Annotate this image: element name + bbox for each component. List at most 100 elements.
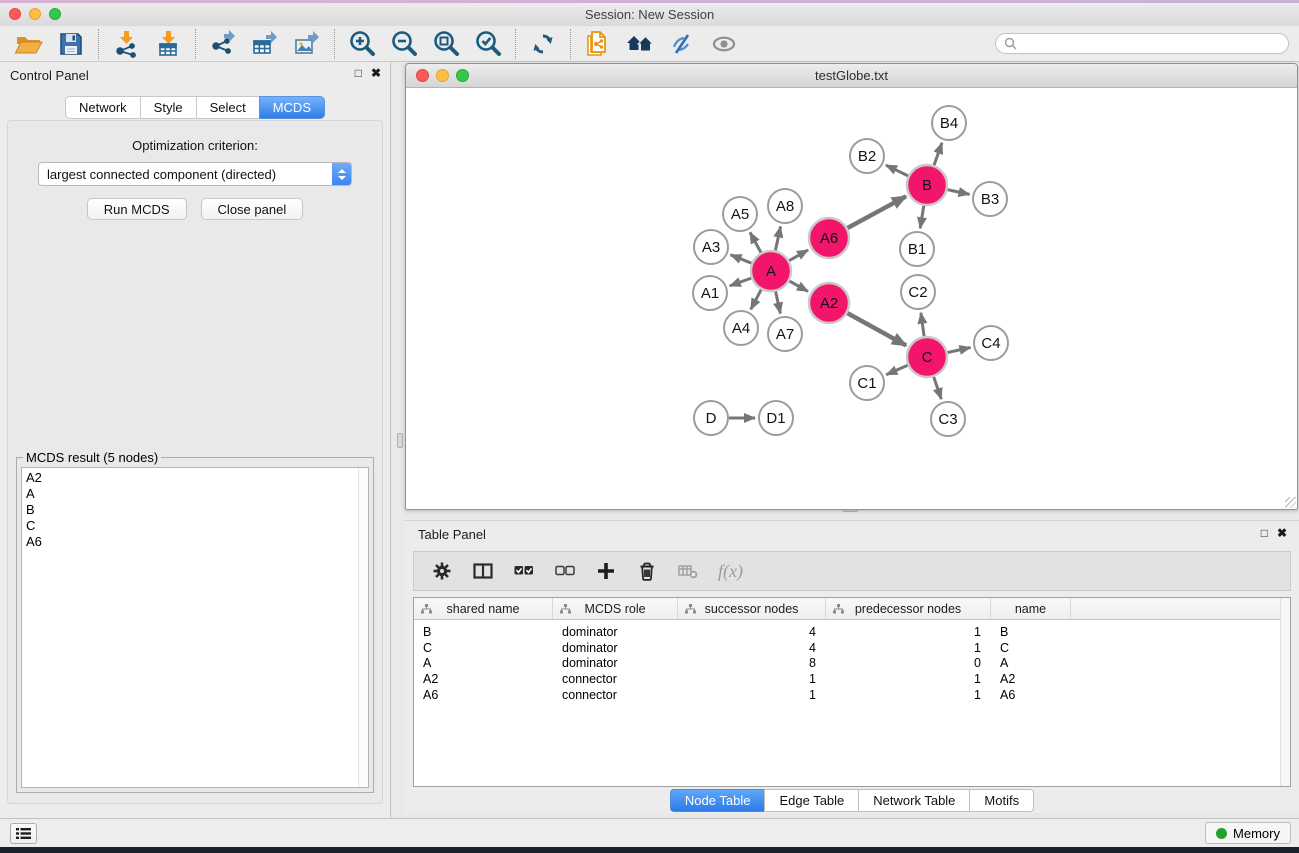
table-row[interactable]: Adominator80A — [414, 656, 1290, 672]
float-table-panel-icon[interactable]: □ — [1261, 526, 1268, 540]
zoom-in-button[interactable] — [345, 28, 379, 60]
graph-node-label: C3 — [938, 411, 957, 428]
tab-select[interactable]: Select — [196, 96, 259, 119]
mcds-result-item[interactable]: C — [22, 518, 368, 534]
zoom-window-button[interactable] — [49, 8, 61, 20]
graph-edge[interactable] — [886, 365, 907, 374]
table-row[interactable]: A2connector11A2 — [414, 671, 1290, 687]
graph-edge[interactable] — [731, 255, 752, 263]
column-header-predecessor-nodes[interactable]: name predecessor nodes — [826, 598, 991, 619]
run-mcds-button[interactable]: Run MCDS — [87, 198, 187, 220]
zoom-out-button[interactable] — [387, 28, 421, 60]
graph-edge[interactable] — [934, 377, 942, 399]
table-cell: connector — [553, 672, 678, 686]
column-header-mcds-role[interactable]: MCDS role — [553, 598, 678, 619]
minimize-network-button[interactable] — [436, 69, 449, 82]
mcds-result-item[interactable]: A2 — [22, 470, 368, 486]
graph-edge[interactable] — [948, 190, 970, 195]
tab-network-table[interactable]: Network Table — [858, 789, 969, 812]
export-image-button[interactable] — [290, 28, 324, 60]
delete-table-button[interactable] — [677, 560, 699, 582]
zoom-fit-button[interactable] — [429, 28, 463, 60]
network-graph[interactable]: AA1A2A3A4A5A6A7A8BB1B2B3B4CC1C2C3C4DD1 — [406, 88, 1297, 509]
close-network-button[interactable] — [416, 69, 429, 82]
graph-edge[interactable] — [948, 348, 971, 353]
tab-motifs[interactable]: Motifs — [969, 789, 1034, 812]
table-row[interactable]: Cdominator41C — [414, 640, 1290, 656]
add-column-button[interactable] — [595, 560, 617, 582]
memory-button[interactable]: Memory — [1205, 822, 1291, 844]
refresh-button[interactable] — [526, 28, 560, 60]
graph-node-label: B4 — [940, 115, 958, 132]
close-table-panel-icon[interactable]: ✖ — [1277, 526, 1287, 540]
table-cell: A6 — [414, 688, 553, 702]
splitter-handle-vertical[interactable] — [397, 433, 403, 448]
graph-node-label: A7 — [776, 326, 794, 343]
delete-column-button[interactable] — [636, 560, 658, 582]
import-network-button[interactable] — [109, 28, 143, 60]
network-canvas[interactable]: AA1A2A3A4A5A6A7A8BB1B2B3B4CC1C2C3C4DD1 — [406, 88, 1297, 509]
save-session-button[interactable] — [54, 28, 88, 60]
zoom-network-button[interactable] — [456, 69, 469, 82]
mcds-result-item[interactable]: A6 — [22, 534, 368, 550]
zoom-out-icon — [389, 29, 419, 59]
graph-edge[interactable] — [775, 227, 780, 251]
task-history-button[interactable] — [10, 823, 37, 844]
export-network-button[interactable] — [206, 28, 240, 60]
search-box[interactable] — [995, 33, 1289, 54]
graph-edge[interactable] — [934, 143, 942, 165]
graph-edge[interactable] — [847, 313, 906, 345]
graph-edge[interactable] — [920, 206, 924, 229]
table-body: Bdominator41BCdominator41CAdominator80AA… — [414, 620, 1290, 703]
graph-edge[interactable] — [789, 281, 808, 291]
close-panel-button[interactable]: Close panel — [201, 198, 304, 220]
tab-mcds[interactable]: MCDS — [259, 96, 325, 119]
float-panel-icon[interactable]: □ — [355, 66, 362, 80]
tab-network[interactable]: Network — [65, 96, 140, 119]
column-label: name — [1015, 602, 1046, 616]
graph-edge[interactable] — [921, 313, 924, 336]
export-table-button[interactable] — [248, 28, 282, 60]
tab-style[interactable]: Style — [140, 96, 196, 119]
list-scrollbar[interactable] — [358, 468, 368, 787]
graph-edge[interactable] — [789, 250, 808, 261]
close-panel-icon[interactable]: ✖ — [371, 66, 381, 80]
column-header-name[interactable]: name — [991, 598, 1071, 619]
clone-network-button[interactable] — [581, 28, 615, 60]
table-row[interactable]: Bdominator41B — [414, 624, 1290, 640]
graph-edge[interactable] — [730, 278, 751, 286]
import-table-button[interactable] — [151, 28, 185, 60]
show-columns-button[interactable] — [472, 560, 494, 582]
hide-graphics-details-button[interactable] — [665, 28, 699, 60]
graph-edge[interactable] — [776, 292, 781, 314]
search-input[interactable] — [1021, 35, 1288, 52]
zoom-selected-button[interactable] — [471, 28, 505, 60]
select-all-button[interactable] — [513, 560, 535, 582]
table-options-button[interactable] — [431, 560, 453, 582]
mcds-result-item[interactable]: B — [22, 502, 368, 518]
tab-node-table[interactable]: Node Table — [670, 789, 765, 812]
function-builder-button[interactable]: f(x) — [718, 561, 743, 582]
mcds-result-item[interactable]: A — [22, 486, 368, 502]
table-scrollbar[interactable] — [1280, 598, 1290, 786]
home-button[interactable] — [623, 28, 657, 60]
graph-edge[interactable] — [848, 196, 906, 228]
graph-edge[interactable] — [751, 290, 761, 310]
select-all-icon — [514, 561, 534, 581]
open-session-button[interactable] — [12, 28, 46, 60]
tab-edge-table[interactable]: Edge Table — [764, 789, 858, 812]
column-header-successor-nodes[interactable]: successor nodes — [678, 598, 826, 619]
criterion-dropdown[interactable]: largest connected component (directed) — [38, 162, 352, 186]
close-window-button[interactable] — [9, 8, 21, 20]
show-hide-button[interactable] — [707, 28, 741, 60]
column-header-shared-name[interactable]: shared name — [414, 598, 553, 619]
window-resize-grip[interactable] — [1285, 497, 1296, 508]
table-cell: connector — [553, 688, 678, 702]
search-icon — [1004, 37, 1017, 50]
table-row[interactable]: A6connector11A6 — [414, 687, 1290, 703]
graph-edge[interactable] — [886, 165, 908, 176]
import-table-icon — [153, 29, 183, 59]
graph-edge[interactable] — [750, 232, 761, 252]
deselect-all-button[interactable] — [554, 560, 576, 582]
minimize-window-button[interactable] — [29, 8, 41, 20]
